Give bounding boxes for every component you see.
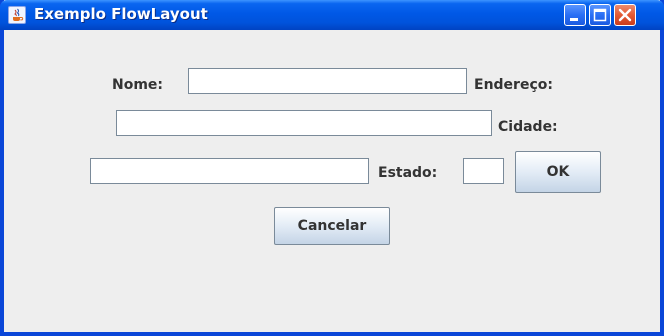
nome-label: Nome: <box>112 77 164 93</box>
close-button[interactable] <box>614 4 636 26</box>
window-bottom-border <box>4 332 664 336</box>
app-window: Exemplo FlowLayout Nome: Endereço: Cidad… <box>0 0 664 336</box>
estado-label: Estado: <box>378 165 438 181</box>
endereco-label: Endereço: <box>474 77 553 93</box>
maximize-button[interactable] <box>589 4 611 26</box>
minimize-button[interactable] <box>564 4 586 26</box>
minimize-icon <box>570 18 578 21</box>
window-title: Exemplo FlowLayout <box>34 5 208 23</box>
close-icon <box>618 8 632 22</box>
ok-button[interactable]: OK <box>515 151 601 193</box>
maximize-icon <box>593 8 607 22</box>
cidade-field[interactable] <box>90 158 369 184</box>
cancelar-button[interactable]: Cancelar <box>274 207 390 245</box>
estado-field[interactable] <box>463 158 504 184</box>
endereco-field[interactable] <box>116 110 492 136</box>
java-coffee-icon <box>8 6 26 24</box>
cidade-label: Cidade: <box>498 119 558 135</box>
nome-field[interactable] <box>188 68 467 94</box>
title-bar[interactable]: Exemplo FlowLayout <box>0 0 664 30</box>
